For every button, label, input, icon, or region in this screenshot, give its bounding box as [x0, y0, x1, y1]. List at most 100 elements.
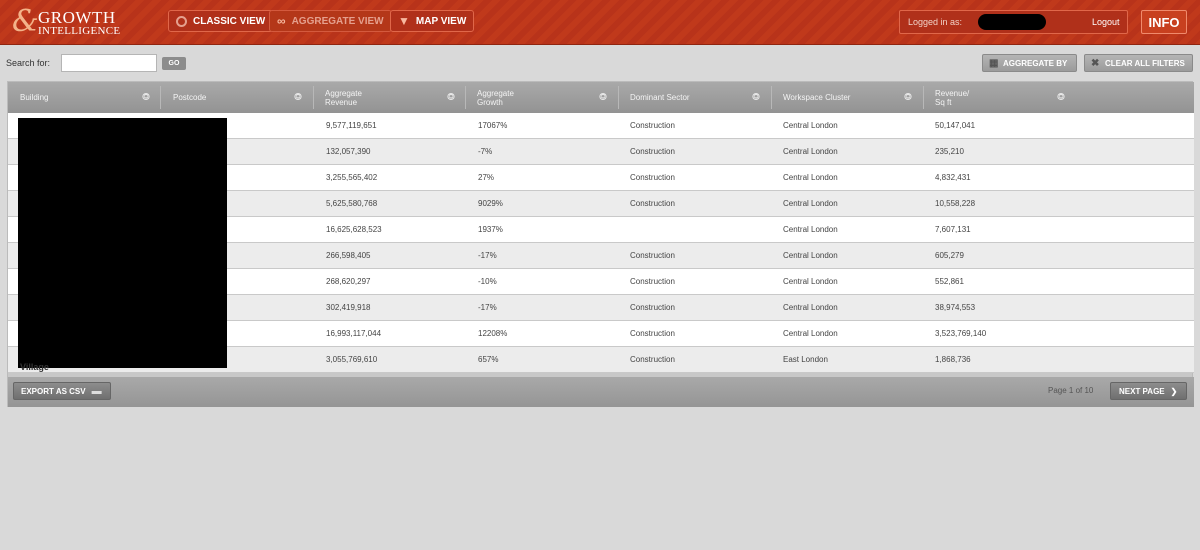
grid-icon: ▦: [989, 57, 999, 69]
column-header-label: Dominant Sector: [630, 93, 690, 102]
column-header-aggregate-growth[interactable]: Aggregate Growth ⭗: [466, 82, 619, 113]
cell-cluster: Central London: [783, 173, 838, 182]
pin-icon: ▼: [398, 14, 410, 28]
cell-sector: Construction: [630, 277, 675, 286]
table-footer: EXPORT AS CSV ▬ Page 1 of 10 NEXT PAGE ❯: [8, 377, 1194, 407]
cell-sector: Construction: [630, 199, 675, 208]
filter-icon[interactable]: ⭗: [292, 92, 304, 103]
search-input[interactable]: [61, 54, 157, 72]
column-header-aggregate-revenue[interactable]: Aggregate Revenue ⭗: [314, 82, 466, 113]
cell-revenue: 302,419,918: [326, 303, 371, 312]
cell-revenue-sqft: 1,868,736: [935, 355, 971, 364]
aggregate-by-button[interactable]: ▦ AGGREGATE BY: [982, 54, 1077, 72]
cell-revenue-sqft: 3,523,769,140: [935, 329, 987, 338]
column-header-building[interactable]: Building ⭗: [8, 82, 161, 113]
cell-revenue-sqft: 10,558,228: [935, 199, 976, 208]
filter-icon[interactable]: ⭗: [140, 92, 152, 103]
logged-in-label: Logged in as:: [908, 17, 963, 27]
cell-sector: Construction: [630, 173, 675, 182]
cell-cluster: Central London: [783, 251, 838, 260]
column-header-label: Revenue/ Sq ft: [935, 88, 970, 107]
link-icon: ∞: [277, 14, 286, 28]
cell-growth: -17%: [478, 251, 497, 260]
classic-view-label: CLASSIC VIEW: [193, 15, 266, 27]
aggregate-view-label: AGGREGATE VIEW: [291, 15, 384, 27]
cell-revenue: 3,055,769,610: [326, 355, 378, 364]
export-csv-label: EXPORT AS CSV: [21, 386, 86, 396]
cell-revenue-sqft: 552,861: [935, 277, 964, 286]
go-button[interactable]: GO: [162, 57, 186, 70]
filter-icon[interactable]: ⭗: [597, 92, 609, 103]
cell-growth: -7%: [478, 147, 493, 156]
cell-cluster: Central London: [783, 147, 838, 156]
cell-growth: 17067%: [478, 121, 508, 130]
cell-growth: 657%: [478, 355, 499, 364]
column-header-revenue-per-sqft[interactable]: Revenue/ Sq ft ⭗: [924, 82, 1076, 113]
circle-icon: [176, 15, 187, 27]
cell-building-village: Village: [20, 362, 49, 372]
column-header-label: Postcode: [173, 93, 207, 102]
column-header-dominant-sector[interactable]: Dominant Sector ⭗: [619, 82, 772, 113]
logout-link[interactable]: Logout: [1092, 17, 1120, 27]
filter-icon[interactable]: ⭗: [445, 92, 457, 103]
logo-text-line2: INTELLIGENCE: [38, 25, 121, 37]
filter-icon[interactable]: ⭗: [1055, 92, 1067, 103]
cell-revenue: 9,577,119,651: [326, 121, 377, 130]
next-page-button[interactable]: NEXT PAGE ❯: [1110, 382, 1187, 400]
filter-icon[interactable]: ⭗: [750, 92, 762, 103]
column-header-label: Aggregate Revenue: [325, 88, 362, 107]
cell-revenue: 16,625,628,523: [326, 225, 382, 234]
redacted-username: [978, 14, 1046, 30]
cell-revenue-sqft: 605,279: [935, 251, 964, 260]
cell-growth: -17%: [478, 303, 497, 312]
cell-revenue-sqft: 7,607,131: [935, 225, 971, 234]
cell-growth: 1937%: [478, 225, 503, 234]
cell-cluster: Central London: [783, 329, 838, 338]
cell-revenue: 266,598,405: [326, 251, 371, 260]
clear-all-filters-label: CLEAR ALL FILTERS: [1105, 58, 1185, 68]
search-label: Search for:: [6, 58, 51, 68]
pagination-info: Page 1 of 10: [1048, 386, 1094, 395]
classic-view-button[interactable]: CLASSIC VIEW: [168, 10, 274, 32]
map-view-label: MAP VIEW: [415, 15, 467, 27]
cell-cluster: Central London: [783, 199, 838, 208]
column-header-postcode[interactable]: Postcode ⭗: [161, 82, 314, 113]
cell-sector: Construction: [630, 303, 675, 312]
growth-intelligence-logo[interactable]: & GROWTH INTELLIGENCE: [12, 4, 122, 39]
export-csv-button[interactable]: EXPORT AS CSV ▬: [13, 382, 111, 400]
cell-sector: Construction: [630, 329, 675, 338]
column-header-label: Workspace Cluster: [783, 93, 851, 102]
cell-revenue-sqft: 235,210: [935, 147, 964, 156]
cell-revenue: 16,993,117,044: [326, 329, 382, 338]
cell-sector: Construction: [630, 147, 675, 156]
spreadsheet-icon: ▬: [91, 385, 102, 397]
map-view-button[interactable]: ▼ MAP VIEW: [390, 10, 475, 32]
cell-revenue-sqft: 50,147,041: [935, 121, 976, 130]
logo-ampersand-icon: &: [12, 4, 39, 39]
cell-revenue-sqft: 4,832,431: [935, 173, 971, 182]
cell-growth: 12208%: [478, 329, 508, 338]
cell-revenue: 3,255,565,402: [326, 173, 378, 182]
cell-growth: 9029%: [478, 199, 503, 208]
cell-revenue: 132,057,390: [326, 147, 371, 156]
redacted-building-names: [18, 118, 227, 368]
cell-sector: Construction: [630, 121, 675, 130]
table-header: Building ⭗ Postcode ⭗ Aggregate Revenue …: [8, 82, 1194, 113]
next-page-label: NEXT PAGE: [1119, 386, 1165, 396]
cell-cluster: East London: [783, 355, 828, 364]
aggregate-by-label: AGGREGATE BY: [1003, 58, 1068, 68]
cell-sector: Construction: [630, 251, 675, 260]
cell-cluster: Central London: [783, 303, 838, 312]
cell-revenue: 268,620,297: [326, 277, 371, 286]
cell-cluster: Central London: [783, 225, 838, 234]
column-header-workspace-cluster[interactable]: Workspace Cluster ⭗: [772, 82, 924, 113]
filter-icon[interactable]: ⭗: [902, 92, 914, 103]
login-panel: Logged in as: Logout: [899, 10, 1128, 34]
info-button[interactable]: INFO: [1141, 10, 1187, 34]
aggregate-view-button[interactable]: ∞ AGGREGATE VIEW: [269, 10, 392, 32]
column-header-label: Aggregate Growth: [477, 88, 514, 107]
cell-cluster: Central London: [783, 121, 838, 130]
clear-all-filters-button[interactable]: ✖ CLEAR ALL FILTERS: [1084, 54, 1193, 72]
cell-growth: 27%: [478, 173, 495, 182]
cell-cluster: Central London: [783, 277, 838, 286]
